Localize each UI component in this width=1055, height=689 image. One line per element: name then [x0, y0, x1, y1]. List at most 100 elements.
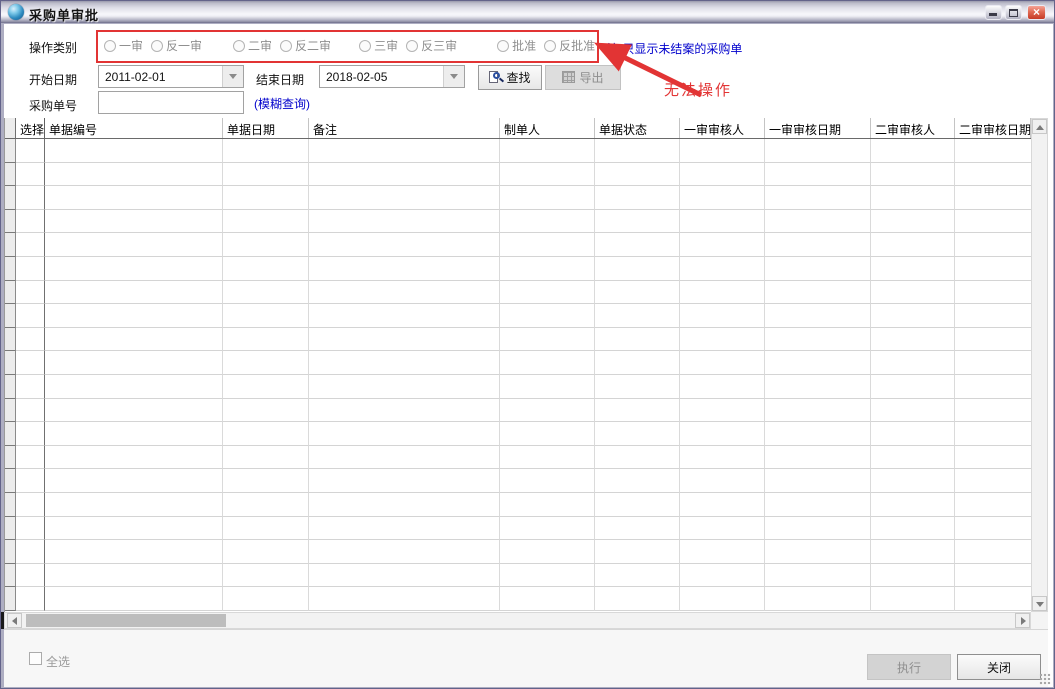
- end-date-dropdown-icon[interactable]: [443, 66, 464, 87]
- row-selector-cell[interactable]: [5, 139, 16, 163]
- table-cell: [680, 517, 765, 541]
- close-dialog-button[interactable]: 关闭: [957, 654, 1041, 680]
- row-selector-cell[interactable]: [5, 399, 16, 423]
- table-row[interactable]: [5, 351, 1031, 375]
- row-selector-cell[interactable]: [5, 186, 16, 210]
- table-row[interactable]: [5, 304, 1031, 328]
- row-selector-cell[interactable]: [5, 564, 16, 588]
- row-selector-cell[interactable]: [5, 281, 16, 305]
- table-cell: [871, 493, 955, 517]
- column-header-1: 单据编号: [45, 118, 223, 138]
- vertical-scrollbar[interactable]: [1031, 118, 1048, 612]
- row-selector-cell[interactable]: [5, 351, 16, 375]
- table-row[interactable]: [5, 233, 1031, 257]
- horizontal-scrollbar[interactable]: [4, 612, 1031, 629]
- scroll-right-button[interactable]: [1015, 613, 1030, 628]
- table-row[interactable]: [5, 587, 1031, 611]
- row-selector-cell[interactable]: [5, 422, 16, 446]
- table-row[interactable]: [5, 493, 1031, 517]
- radio-circle-icon[interactable]: [233, 40, 245, 52]
- table-row[interactable]: [5, 446, 1031, 470]
- title-bar[interactable]: 采购单审批 ×: [1, 1, 1054, 23]
- operation-radio-group: 一审反一审 二审反二审 三审反三审 批准反批准: [104, 37, 595, 54]
- table-row[interactable]: [5, 399, 1031, 423]
- table-row[interactable]: [5, 139, 1031, 163]
- row-selector-cell[interactable]: [5, 257, 16, 281]
- radio-circle-icon[interactable]: [406, 40, 418, 52]
- row-selector-cell[interactable]: [5, 446, 16, 470]
- row-selector-cell[interactable]: [5, 163, 16, 187]
- radio-6[interactable]: 批准: [497, 37, 536, 54]
- radio-circle-icon[interactable]: [497, 40, 509, 52]
- execute-button[interactable]: 执行: [867, 654, 951, 680]
- radio-circle-icon[interactable]: [280, 40, 292, 52]
- table-row[interactable]: [5, 375, 1031, 399]
- table-cell: [500, 469, 595, 493]
- row-selector-cell[interactable]: [5, 469, 16, 493]
- end-date-combo[interactable]: 2018-02-05: [319, 65, 465, 88]
- table-cell: [871, 328, 955, 352]
- start-date-dropdown-icon[interactable]: [222, 66, 243, 87]
- find-button[interactable]: 查找: [478, 65, 542, 90]
- horizontal-scroll-thumb[interactable]: [26, 614, 226, 627]
- close-button[interactable]: ×: [1027, 5, 1046, 20]
- table-row[interactable]: [5, 540, 1031, 564]
- radio-0[interactable]: 一审: [104, 37, 143, 54]
- table-row[interactable]: [5, 163, 1031, 187]
- table-cell: [223, 304, 309, 328]
- table-row[interactable]: [5, 281, 1031, 305]
- export-button[interactable]: 导出: [545, 65, 621, 90]
- scroll-left-button[interactable]: [7, 613, 22, 628]
- radio-7[interactable]: 反批准: [544, 37, 595, 54]
- radio-2[interactable]: 二审: [233, 37, 272, 54]
- find-icon: [489, 71, 503, 84]
- radio-circle-icon[interactable]: [544, 40, 556, 52]
- table-row[interactable]: [5, 328, 1031, 352]
- row-selector-cell[interactable]: [5, 233, 16, 257]
- radio-1[interactable]: 反一审: [151, 37, 202, 54]
- row-selector-cell[interactable]: [5, 540, 16, 564]
- table-cell: [955, 281, 1031, 305]
- row-selector-cell[interactable]: [5, 375, 16, 399]
- radio-4[interactable]: 三审: [359, 37, 398, 54]
- column-header-9: 二审审核日期: [955, 118, 1031, 138]
- table-cell: [500, 139, 595, 163]
- select-all-checkbox[interactable]: [29, 652, 42, 665]
- start-date-combo[interactable]: 2011-02-01: [98, 65, 244, 88]
- resize-grip-icon[interactable]: [1039, 673, 1051, 685]
- scroll-down-button[interactable]: [1032, 596, 1047, 611]
- radio-circle-icon[interactable]: [104, 40, 116, 52]
- table-row[interactable]: [5, 469, 1031, 493]
- scroll-up-button[interactable]: [1032, 119, 1047, 134]
- row-selector-cell[interactable]: [5, 304, 16, 328]
- table-cell: [955, 564, 1031, 588]
- table-row[interactable]: [5, 517, 1031, 541]
- table-cell: [955, 328, 1031, 352]
- table-cell: [309, 469, 500, 493]
- minimize-button[interactable]: [985, 5, 1002, 20]
- radio-5[interactable]: 反三审: [406, 37, 457, 54]
- table-row[interactable]: [5, 422, 1031, 446]
- table-cell: [45, 564, 223, 588]
- table-cell: [871, 422, 955, 446]
- po-number-input[interactable]: [98, 91, 244, 114]
- table-row[interactable]: [5, 564, 1031, 588]
- table-cell: [595, 517, 680, 541]
- table-row[interactable]: [5, 186, 1031, 210]
- table-row[interactable]: [5, 210, 1031, 234]
- table-cell: [45, 281, 223, 305]
- radio-circle-icon[interactable]: [151, 40, 163, 52]
- table-cell: [500, 375, 595, 399]
- radio-3[interactable]: 反二审: [280, 37, 331, 54]
- maximize-button[interactable]: [1005, 5, 1022, 20]
- export-icon: [562, 71, 576, 84]
- row-selector-cell[interactable]: [5, 587, 16, 611]
- table-body[interactable]: [5, 139, 1031, 611]
- row-selector-cell[interactable]: [5, 328, 16, 352]
- table-row[interactable]: [5, 257, 1031, 281]
- row-selector-cell[interactable]: [5, 210, 16, 234]
- radio-circle-icon[interactable]: [359, 40, 371, 52]
- row-selector-cell[interactable]: [5, 493, 16, 517]
- row-selector-cell[interactable]: [5, 517, 16, 541]
- table-cell: [45, 399, 223, 423]
